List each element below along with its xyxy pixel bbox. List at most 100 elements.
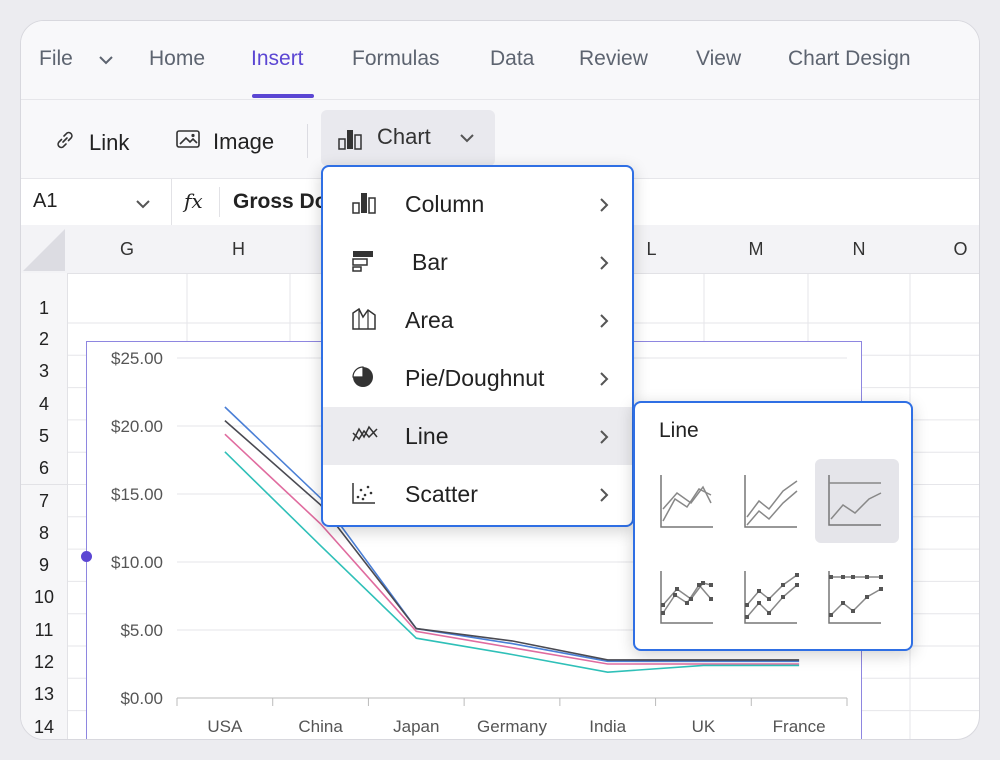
x-tick-label: France (773, 717, 826, 736)
name-box[interactable]: A1 (33, 190, 57, 213)
chart-label: Chart (377, 124, 431, 149)
chevron-down-icon[interactable] (135, 196, 151, 214)
menu-item-line[interactable]: Line (323, 407, 632, 465)
stacked-line-with-markers-icon (744, 571, 799, 624)
row-header[interactable]: 1 (21, 273, 68, 324)
tab-insert[interactable]: Insert (251, 47, 304, 71)
divider (219, 187, 220, 217)
image-button[interactable]: Image (175, 128, 274, 156)
chart-button[interactable]: Chart (321, 110, 495, 166)
x-tick-label: USA (207, 717, 243, 736)
divider (171, 179, 172, 225)
row-header[interactable]: 2 (21, 323, 68, 357)
select-all-corner[interactable] (21, 225, 68, 274)
chevron-right-icon (599, 313, 609, 334)
menu-item-label: Column (405, 191, 485, 217)
menu-item-scatter[interactable]: Scatter (323, 465, 632, 523)
percent-stacked-line-with-markers-icon (828, 571, 883, 624)
tab-file[interactable]: File (39, 47, 73, 71)
row-header[interactable]: 8 (21, 516, 68, 551)
row-header[interactable]: 3 (21, 355, 68, 389)
row-header[interactable]: 6 (21, 452, 68, 486)
chevron-right-icon (599, 429, 609, 450)
link-label: Link (89, 130, 130, 155)
row-header[interactable]: 14 (21, 710, 68, 739)
tab-review[interactable]: Review (579, 47, 648, 71)
column-chart-icon (337, 127, 363, 156)
link-button[interactable]: Link (53, 128, 129, 158)
line-option-100-stacked-line[interactable] (815, 459, 899, 543)
row-header[interactable]: 4 (21, 387, 68, 421)
chevron-right-icon (599, 197, 609, 218)
ribbon-tabs: File Home Insert Formulas Data Review Vi… (21, 21, 979, 99)
menu-item-label: Area (405, 307, 454, 333)
row-header[interactable]: 13 (21, 678, 68, 712)
link-icon (53, 128, 77, 158)
y-tick-label: $5.00 (120, 621, 163, 640)
menu-item-pie-doughnut[interactable]: Pie/Doughnut (323, 349, 632, 407)
line-option-line[interactable] (651, 459, 735, 543)
x-tick-label: India (589, 717, 626, 736)
image-icon (175, 128, 201, 156)
row-header[interactable]: 12 (21, 646, 68, 680)
tab-data[interactable]: Data (490, 47, 534, 71)
y-tick-label: $25.00 (111, 349, 163, 368)
menu-item-bar[interactable]: Bar (323, 233, 632, 291)
column-header[interactable]: N (808, 225, 911, 274)
toolbar-divider (307, 124, 308, 158)
column-header[interactable]: G (67, 225, 188, 274)
chart-resize-handle[interactable] (81, 551, 92, 562)
chevron-right-icon (599, 255, 609, 276)
row-header[interactable]: 11 (21, 613, 68, 647)
chevron-right-icon (599, 371, 609, 392)
chart-type-menu: Column Bar Area Pie/Doughnut Line Scatte (321, 165, 634, 527)
row-header[interactable]: 5 (21, 419, 68, 454)
line-with-markers-icon (660, 571, 713, 624)
y-tick-label: $0.00 (120, 689, 163, 708)
x-tick-label: UK (692, 717, 716, 736)
chevron-down-icon[interactable] (98, 52, 114, 70)
line-option-line-markers[interactable] (651, 555, 735, 639)
y-tick-label: $15.00 (111, 485, 163, 504)
menu-item-label: Bar (412, 249, 448, 275)
y-tick-label: $20.00 (111, 417, 163, 436)
active-tab-indicator (252, 94, 314, 98)
menu-item-column[interactable]: Column (323, 175, 632, 233)
line-option-stacked-line[interactable] (735, 459, 819, 543)
tab-view[interactable]: View (696, 47, 741, 71)
row-header[interactable]: 10 (21, 581, 68, 615)
menu-item-label: Scatter (405, 481, 478, 507)
bar-chart-icon (351, 249, 377, 278)
row-header[interactable]: 9 (21, 549, 68, 583)
tab-chart-design[interactable]: Chart Design (788, 47, 911, 71)
tab-home[interactable]: Home (149, 47, 205, 71)
line-option-stacked-line-markers[interactable] (735, 555, 819, 639)
x-tick-label: Japan (393, 717, 439, 736)
area-chart-icon (351, 307, 377, 336)
function-icon[interactable]: fx (184, 189, 203, 213)
column-header[interactable]: O (910, 225, 979, 274)
chevron-down-icon (459, 130, 475, 148)
line-chart-submenu: Line (633, 401, 913, 651)
tab-formulas[interactable]: Formulas (352, 47, 440, 71)
scatter-chart-icon (351, 481, 377, 510)
line-chart-icon (351, 423, 379, 452)
pie-chart-icon (351, 365, 377, 394)
y-tick-label: $10.00 (111, 553, 163, 572)
column-header[interactable]: M (704, 225, 809, 274)
column-header[interactable]: H (187, 225, 291, 274)
line-chart-icon (660, 475, 713, 528)
menu-item-area[interactable]: Area (323, 291, 632, 349)
chevron-right-icon (599, 487, 609, 508)
menu-item-label: Line (405, 423, 449, 449)
submenu-title: Line (659, 419, 699, 442)
stacked-line-chart-icon (744, 475, 798, 528)
image-label: Image (213, 129, 275, 154)
x-tick-label: China (298, 717, 343, 736)
column-chart-icon (351, 191, 377, 220)
menu-item-label: Pie/Doughnut (405, 365, 545, 391)
percent-stacked-line-chart-icon (828, 475, 882, 526)
line-option-100-stacked-line-markers[interactable] (819, 555, 903, 639)
row-header[interactable]: 7 (21, 484, 68, 518)
x-tick-label: Germany (477, 717, 547, 736)
